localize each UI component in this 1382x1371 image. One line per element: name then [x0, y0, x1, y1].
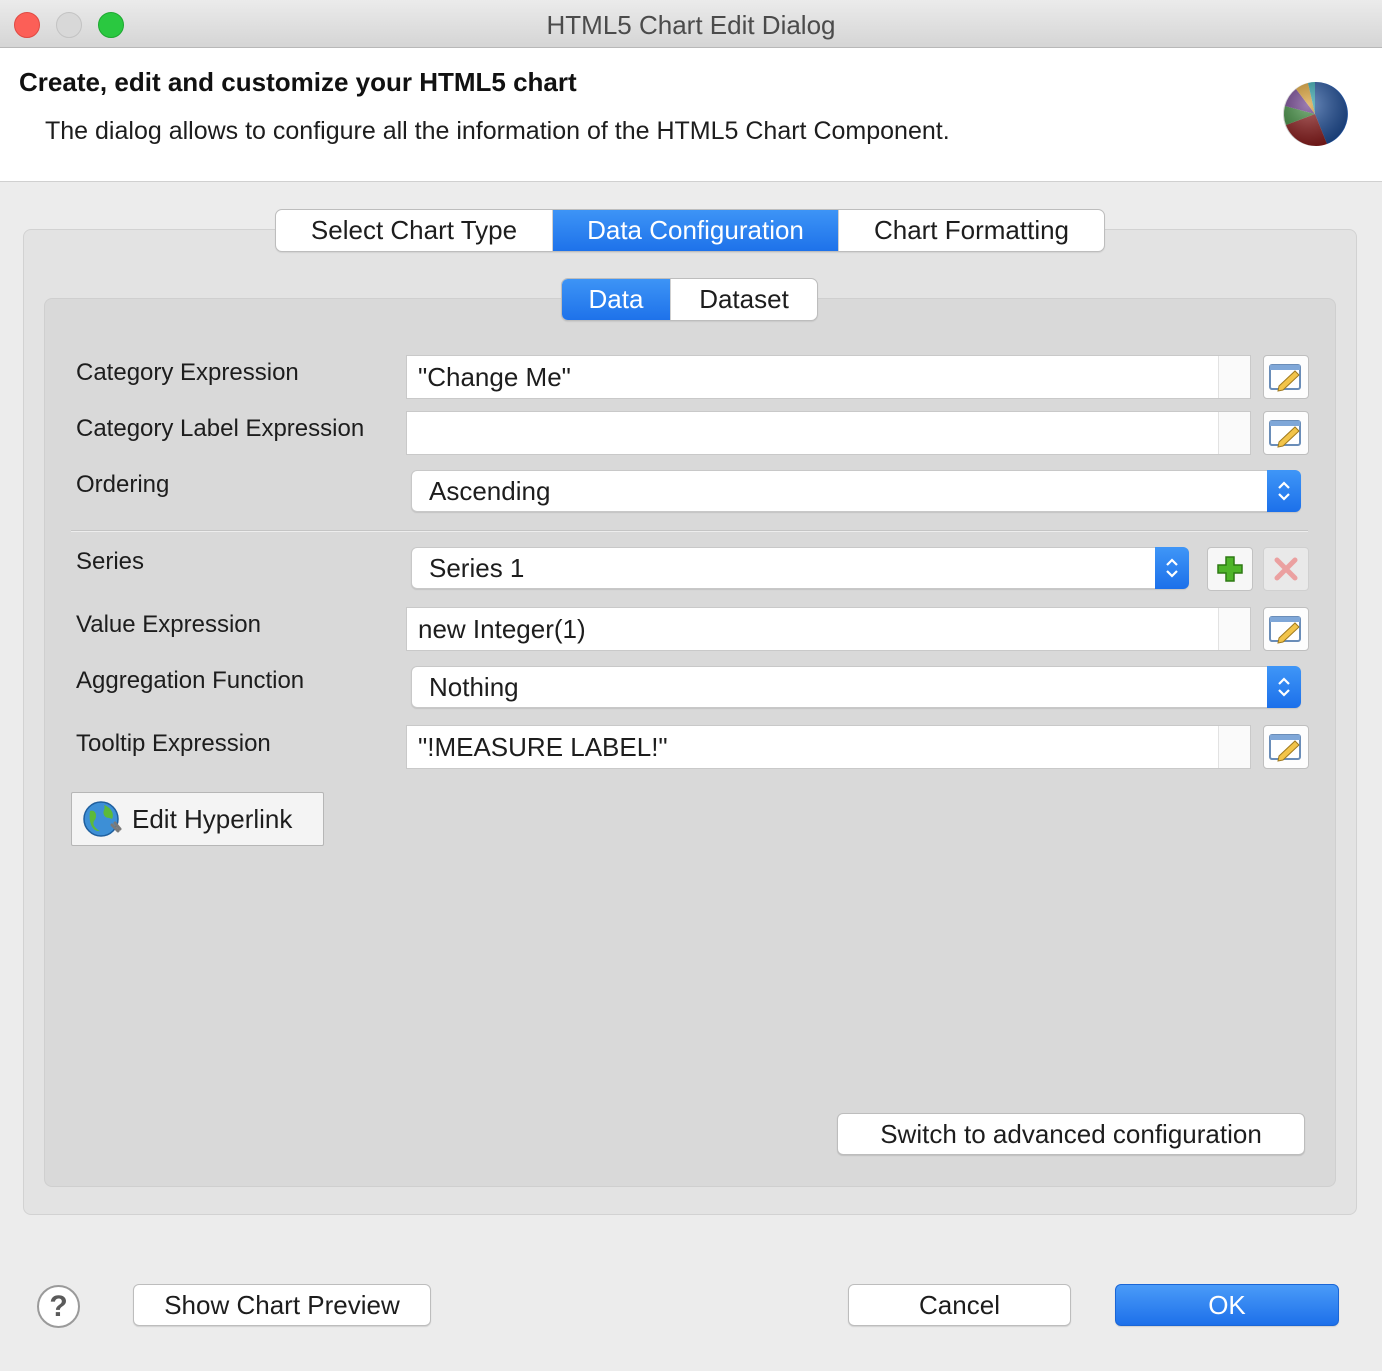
pie-chart-icon [1283, 81, 1348, 146]
category-label-expression-edit-button[interactable] [1263, 411, 1309, 455]
chevron-up-down-icon [1267, 470, 1301, 512]
category-expression-label: Category Expression [76, 359, 299, 386]
help-icon: ? [49, 1289, 68, 1323]
pencil-edit-icon [1269, 734, 1301, 762]
cancel-button[interactable]: Cancel [848, 1284, 1071, 1326]
switch-advanced-configuration-button[interactable]: Switch to advanced configuration [837, 1113, 1305, 1155]
category-expression-edit-button[interactable] [1263, 355, 1309, 399]
dialog-title: Create, edit and customize your HTML5 ch… [19, 67, 577, 97]
value-expression-edit-button[interactable] [1263, 607, 1309, 651]
tab-data-configuration[interactable]: Data Configuration [553, 210, 839, 251]
tab-chart-formatting[interactable]: Chart Formatting [839, 210, 1104, 251]
category-expression-value: "Change Me" [418, 361, 571, 392]
main-tab-bar: Select Chart Type Data Configuration Cha… [275, 209, 1105, 252]
tab-dataset[interactable]: Dataset [671, 279, 817, 320]
aggregation-function-select[interactable]: Nothing [411, 666, 1301, 708]
category-expression-field[interactable]: "Change Me" [406, 355, 1251, 399]
edit-hyperlink-button[interactable]: Edit Hyperlink [71, 792, 324, 846]
window-title: HTML5 Chart Edit Dialog [546, 10, 836, 40]
ordering-label: Ordering [76, 471, 170, 498]
globe-link-icon [83, 801, 122, 837]
field-end-cap [1218, 608, 1250, 650]
field-end-cap [1218, 412, 1250, 454]
delete-x-icon [1274, 557, 1298, 581]
series-label: Series [76, 548, 145, 575]
chevron-up-down-icon [1267, 666, 1301, 708]
tab-data[interactable]: Data [562, 279, 671, 320]
title-bar: HTML5 Chart Edit Dialog [0, 0, 1382, 48]
remove-series-button[interactable] [1263, 547, 1309, 591]
category-label-expression-label: Category Label Expression [76, 415, 365, 442]
pencil-edit-icon [1269, 616, 1301, 644]
add-series-button[interactable] [1207, 547, 1253, 591]
dialog-header: Create, edit and customize your HTML5 ch… [0, 48, 1382, 182]
pencil-edit-icon [1269, 364, 1301, 392]
aggregation-function-value: Nothing [429, 671, 519, 702]
edit-hyperlink-label: Edit Hyperlink [132, 803, 293, 834]
tab-select-chart-type[interactable]: Select Chart Type [276, 210, 553, 251]
series-select[interactable]: Series 1 [411, 547, 1189, 589]
help-button[interactable]: ? [37, 1285, 80, 1328]
tooltip-expression-label: Tooltip Expression [76, 730, 271, 757]
show-chart-preview-button[interactable]: Show Chart Preview [133, 1284, 431, 1326]
plus-icon [1217, 556, 1243, 582]
ordering-select[interactable]: Ascending [411, 470, 1301, 512]
value-expression-value: new Integer(1) [418, 613, 586, 644]
pencil-edit-icon [1269, 420, 1301, 448]
ok-button[interactable]: OK [1115, 1284, 1339, 1326]
tooltip-expression-edit-button[interactable] [1263, 725, 1309, 769]
aggregation-function-label: Aggregation Function [76, 667, 305, 694]
ordering-value: Ascending [429, 475, 551, 506]
tooltip-expression-value: "!MEASURE LABEL!" [418, 731, 668, 762]
category-label-expression-field[interactable] [406, 411, 1251, 455]
value-expression-label: Value Expression [76, 611, 261, 638]
field-end-cap [1218, 356, 1250, 398]
section-divider [71, 530, 1308, 532]
field-end-cap [1218, 726, 1250, 768]
tooltip-expression-field[interactable]: "!MEASURE LABEL!" [406, 725, 1251, 769]
series-value: Series 1 [429, 552, 525, 583]
sub-tab-bar: Data Dataset [561, 278, 818, 321]
dialog-description: The dialog allows to configure all the i… [45, 117, 950, 145]
chevron-up-down-icon [1155, 547, 1189, 589]
value-expression-field[interactable]: new Integer(1) [406, 607, 1251, 651]
